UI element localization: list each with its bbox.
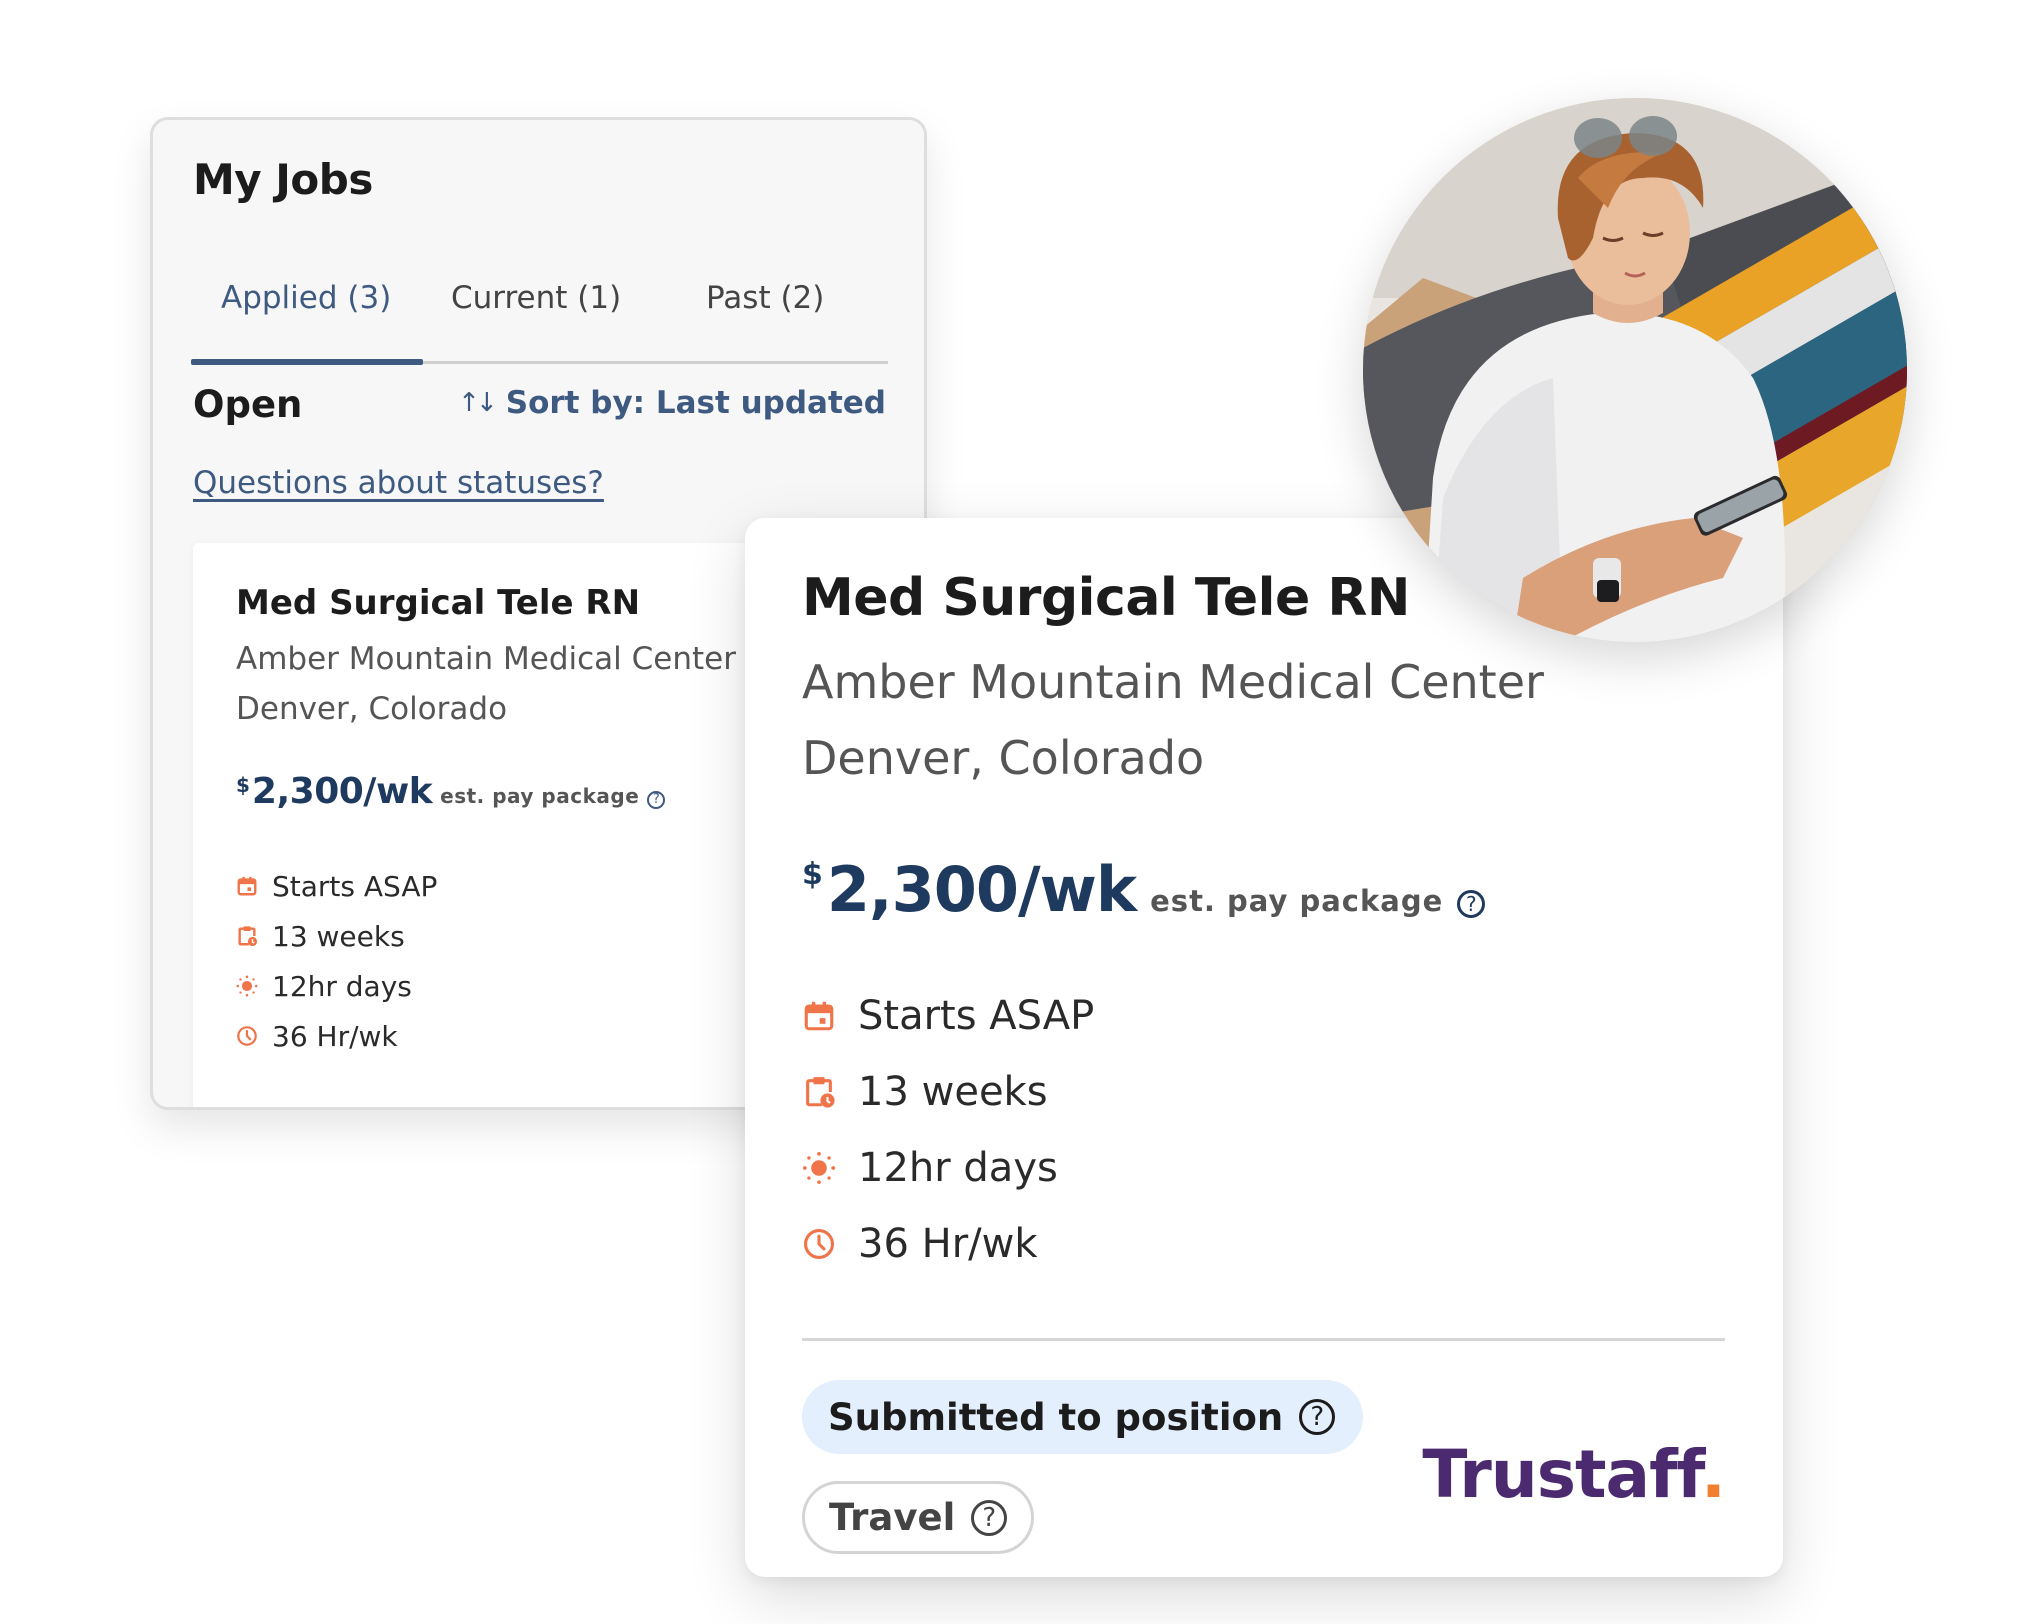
clock-icon	[802, 1227, 836, 1261]
profile-photo	[1363, 98, 1907, 642]
detail-text: Starts ASAP	[272, 869, 438, 903]
job-location: Denver, Colorado	[236, 691, 508, 727]
detail-text: 12hr days	[272, 969, 412, 1003]
trustaff-logo: Trustaff.	[1422, 1436, 1726, 1513]
pay-currency: $	[236, 773, 250, 797]
detail-duration: 13 weeks	[802, 1054, 1094, 1130]
panel-title: My Jobs	[193, 155, 373, 204]
logo-text: Trustaff	[1422, 1436, 1701, 1513]
detail-hours: 36 Hr/wk	[802, 1206, 1094, 1282]
sun-icon	[802, 1151, 836, 1185]
help-icon[interactable]: ?	[1299, 1399, 1336, 1435]
pay-note: est. pay package	[440, 784, 640, 808]
job-pay: $ 2,300/wk est. pay package ?	[802, 853, 1486, 926]
pay-currency: $	[802, 857, 823, 892]
detail-start: Starts ASAP	[802, 978, 1094, 1054]
calendar-icon	[802, 999, 836, 1033]
tab-past[interactable]: Past (2)	[706, 280, 824, 316]
section-title-open: Open	[193, 383, 303, 426]
logo-dot: .	[1700, 1436, 1726, 1513]
job-pay: $ 2,300/wk est. pay package ?	[236, 771, 666, 812]
detail-text: 13 weeks	[858, 1069, 1048, 1115]
status-badge[interactable]: Submitted to position ?	[802, 1380, 1364, 1454]
job-details: Starts ASAP 13 weeks 12hr days 36 Hr/wk	[802, 978, 1094, 1282]
detail-text: 36 Hr/wk	[272, 1019, 398, 1053]
detail-shift: 12hr days	[802, 1130, 1094, 1206]
help-icon[interactable]: ?	[647, 790, 666, 809]
detail-text: 12hr days	[858, 1145, 1058, 1191]
pay-amount: 2,300/wk	[826, 853, 1137, 926]
sun-icon	[236, 975, 258, 997]
job-details: Starts ASAP 13 weeks 12hr days 36 Hr/wk	[236, 861, 437, 1061]
photo-illustration	[1363, 98, 1907, 642]
job-type-label: Travel	[829, 1496, 956, 1539]
jobs-tabs: Applied (3) Current (1) Past (2)	[191, 280, 891, 365]
sort-label: Sort by: Last updated	[505, 385, 886, 421]
sort-button[interactable]: ↑↓ Sort by: Last updated	[458, 385, 886, 421]
active-tab-indicator	[191, 359, 423, 365]
detail-hours: 36 Hr/wk	[236, 1011, 437, 1061]
tab-current[interactable]: Current (1)	[451, 280, 621, 316]
job-detail-card: Med Surgical Tele RN Amber Mountain Medi…	[745, 518, 1783, 1577]
job-title: Med Surgical Tele RN	[802, 568, 1410, 628]
detail-duration: 13 weeks	[236, 911, 437, 961]
calendar-icon	[236, 875, 258, 897]
help-icon[interactable]: ?	[1457, 890, 1486, 918]
help-icon[interactable]: ?	[971, 1499, 1008, 1536]
job-facility: Amber Mountain Medical Center	[802, 655, 1544, 709]
clipboard-clock-icon	[802, 1075, 836, 1109]
job-location: Denver, Colorado	[802, 731, 1205, 785]
detail-shift: 12hr days	[236, 961, 437, 1011]
clipboard-clock-icon	[236, 925, 258, 947]
status-badge-label: Submitted to position	[828, 1395, 1284, 1439]
job-title: Med Surgical Tele RN	[236, 583, 641, 623]
pay-note: est. pay package	[1150, 884, 1444, 918]
detail-text: Starts ASAP	[858, 993, 1095, 1039]
tab-applied[interactable]: Applied (3)	[221, 280, 391, 316]
questions-about-statuses-link[interactable]: Questions about statuses?	[193, 465, 604, 501]
clock-icon	[236, 1025, 258, 1047]
sort-arrows-icon: ↑↓	[458, 388, 498, 418]
divider	[802, 1338, 1725, 1341]
job-facility: Amber Mountain Medical Center	[236, 641, 736, 677]
detail-start: Starts ASAP	[236, 861, 437, 911]
detail-text: 36 Hr/wk	[858, 1221, 1038, 1267]
detail-text: 13 weeks	[272, 919, 405, 953]
job-type-badge[interactable]: Travel ?	[802, 1481, 1035, 1554]
pay-amount: 2,300/wk	[251, 771, 433, 812]
